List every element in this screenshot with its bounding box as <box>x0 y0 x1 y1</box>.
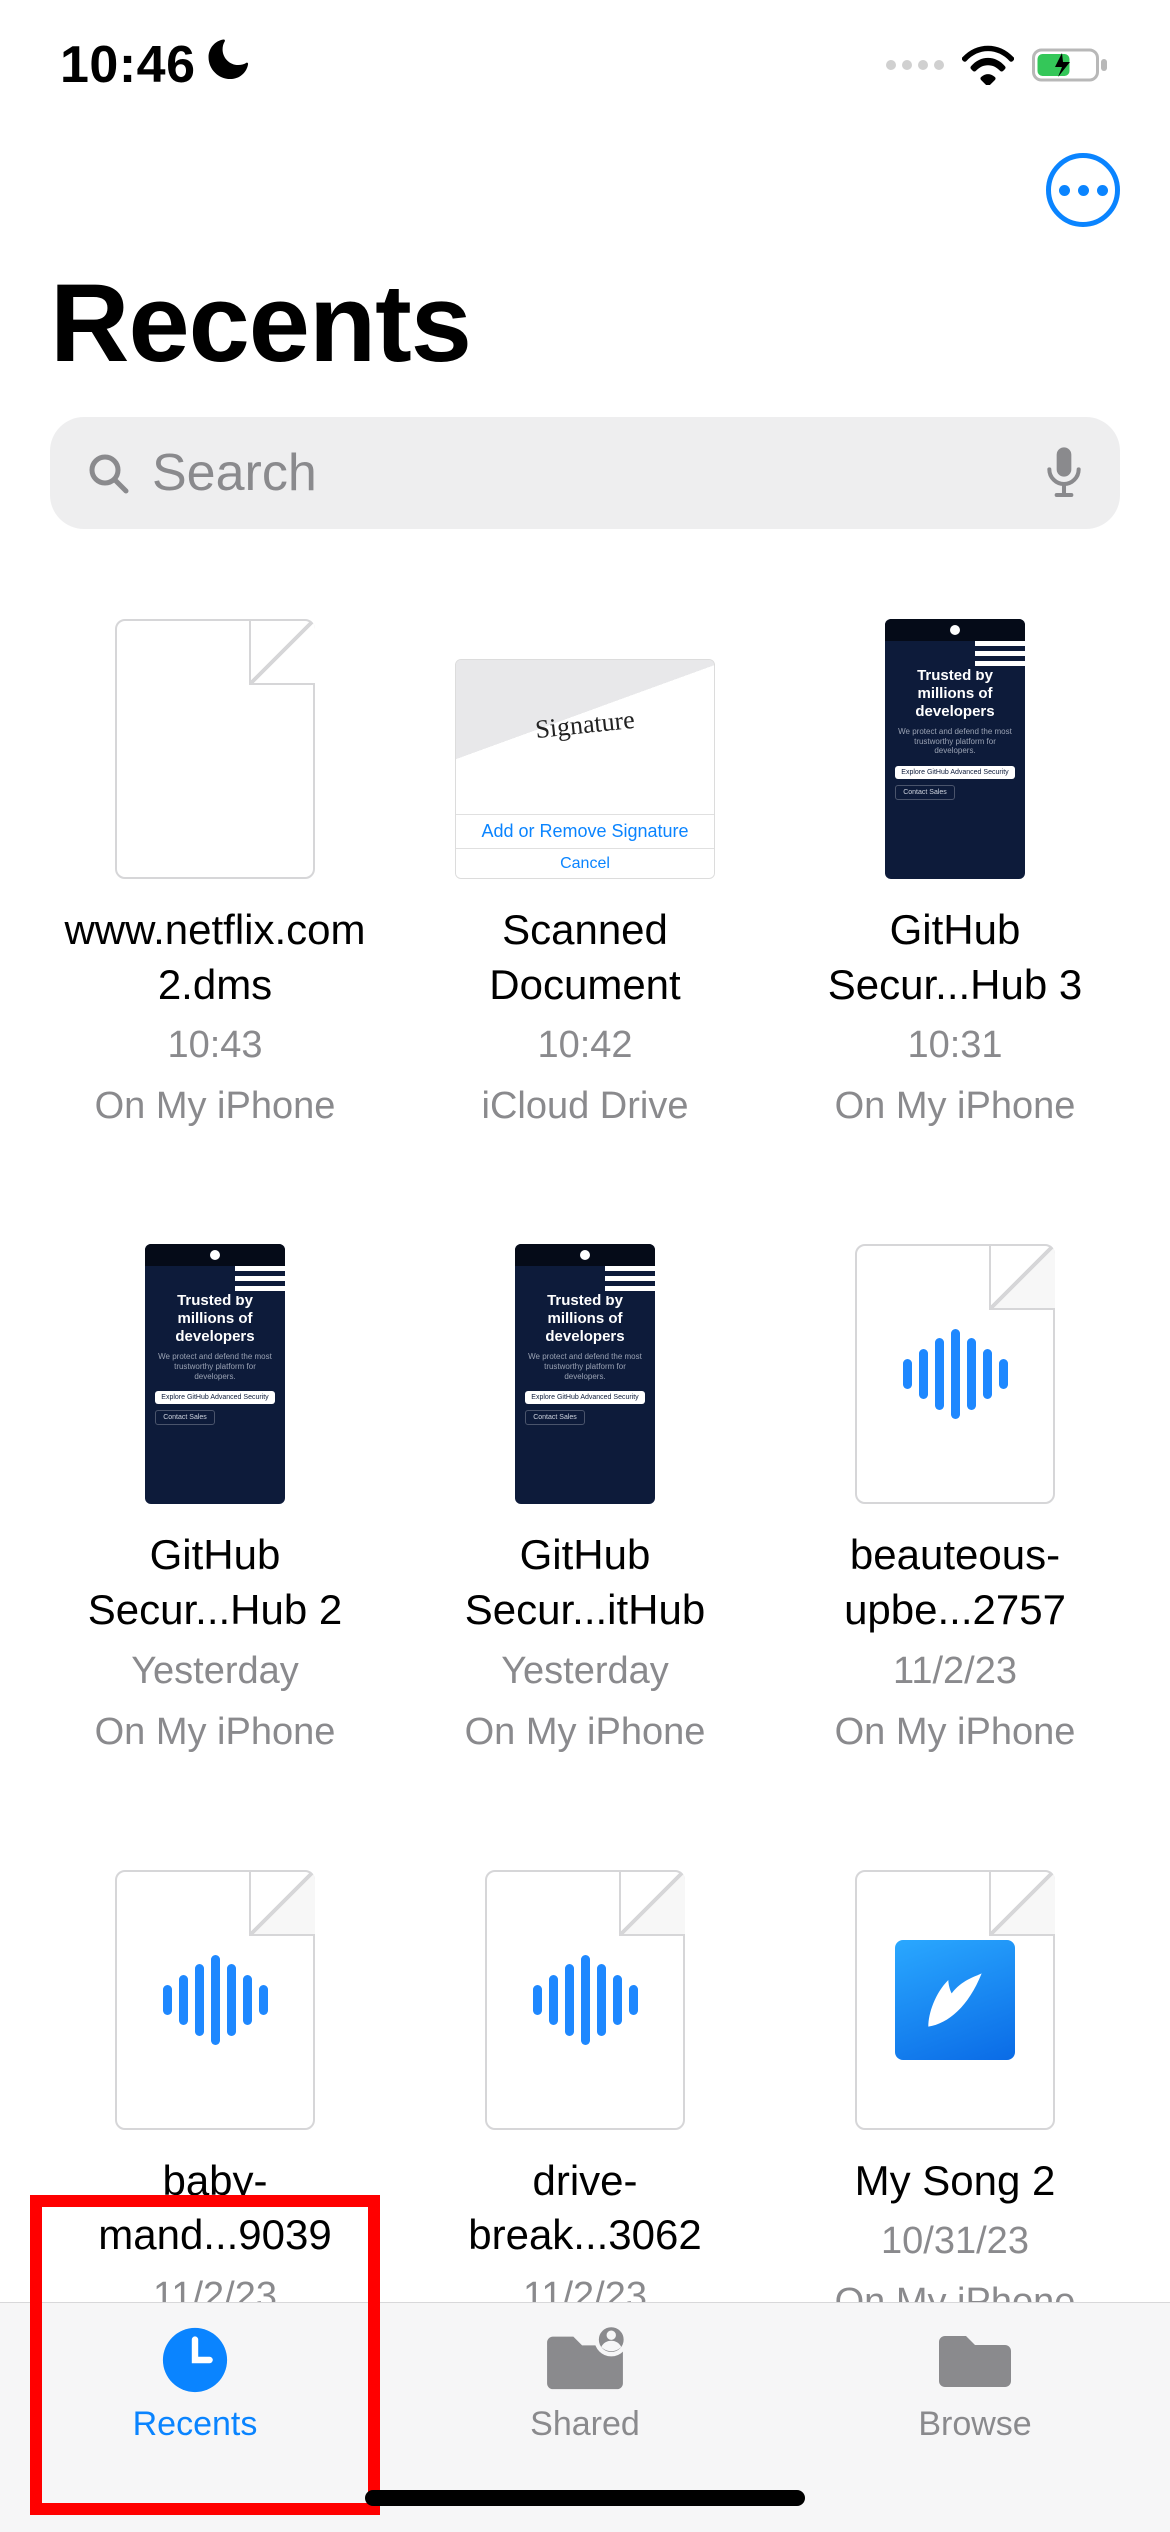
shared-folder-icon <box>541 2325 629 2395</box>
file-item[interactable]: beauteous-upbe...2757 11/2/23 On My iPho… <box>770 1234 1140 1759</box>
file-time: 10/31/23 <box>881 2214 1029 2269</box>
file-thumbnail <box>80 609 350 879</box>
file-item[interactable]: Trusted by millions of developers We pro… <box>770 609 1140 1134</box>
file-location: iCloud Drive <box>482 1079 689 1134</box>
file-thumbnail <box>820 1860 1090 2130</box>
page-title: Recents <box>0 250 1170 417</box>
top-actions <box>0 130 1170 250</box>
file-location: On My iPhone <box>95 1079 336 1134</box>
screenshot-icon: Trusted by millions of developers We pro… <box>515 1244 655 1504</box>
screenshot-icon: Trusted by millions of developers We pro… <box>145 1244 285 1504</box>
status-left: 10:46 <box>60 35 254 95</box>
file-thumbnail: Trusted by millions of developers We pro… <box>450 1234 720 1504</box>
file-item[interactable]: drive-break...3062 11/2/23 <box>400 1860 770 2331</box>
file-item[interactable]: Trusted by millions of developers We pro… <box>400 1234 770 1759</box>
file-item[interactable]: www.netflix.com 2.dms 10:43 On My iPhone <box>30 609 400 1134</box>
file-location: On My iPhone <box>465 1705 706 1760</box>
file-name: baby-mand...9039 <box>55 2154 375 2263</box>
screenshot-icon: Trusted by millions of developers We pro… <box>885 619 1025 879</box>
status-bar: 10:46 <box>0 0 1170 130</box>
file-thumbnail <box>80 1860 350 2130</box>
search-container <box>0 417 1170 529</box>
search-input[interactable] <box>152 443 1022 503</box>
file-thumbnail: Signature Add or Remove Signature Cancel <box>450 609 720 879</box>
file-item[interactable]: Signature Add or Remove Signature Cancel… <box>400 609 770 1134</box>
clock-icon <box>160 2325 230 2395</box>
file-name: GitHub Secur...Hub 3 <box>795 903 1115 1012</box>
generic-file-icon <box>115 619 315 879</box>
audio-file-icon <box>485 1870 685 2130</box>
ellipsis-icon <box>1059 185 1070 196</box>
audio-file-icon <box>115 1870 315 2130</box>
file-thumbnail: Trusted by millions of developers We pro… <box>80 1234 350 1504</box>
tab-recents[interactable]: Recents <box>45 2325 345 2444</box>
cellular-dots-icon <box>886 60 944 70</box>
file-grid: www.netflix.com 2.dms 10:43 On My iPhone… <box>0 529 1170 2331</box>
microphone-icon[interactable] <box>1042 445 1086 501</box>
file-time: 10:42 <box>537 1018 632 1073</box>
do-not-disturb-icon <box>208 39 254 92</box>
wing-icon <box>895 1940 1015 2060</box>
waveform-icon <box>903 1329 1008 1419</box>
tab-label: Recents <box>133 2405 258 2444</box>
waveform-icon <box>533 1955 638 2045</box>
battery-charging-icon <box>1032 46 1110 84</box>
file-item[interactable]: Trusted by millions of developers We pro… <box>30 1234 400 1759</box>
more-options-button[interactable] <box>1046 153 1120 227</box>
status-right <box>886 45 1110 85</box>
folder-icon <box>933 2325 1017 2395</box>
app-file-icon <box>855 1870 1055 2130</box>
search-icon <box>84 449 132 497</box>
file-name: GitHub Secur...itHub <box>425 1528 745 1637</box>
file-thumbnail <box>820 1234 1090 1504</box>
file-name: drive-break...3062 <box>425 2154 745 2263</box>
file-location: On My iPhone <box>835 1705 1076 1760</box>
file-time: Yesterday <box>501 1644 669 1699</box>
file-location: On My iPhone <box>835 1079 1076 1134</box>
file-time: 10:43 <box>167 1018 262 1073</box>
file-name: beauteous-upbe...2757 <box>795 1528 1115 1637</box>
scanned-document-icon: Signature Add or Remove Signature Cancel <box>455 659 715 879</box>
search-bar[interactable] <box>50 417 1120 529</box>
file-item[interactable]: baby-mand...9039 11/2/23 <box>30 1860 400 2331</box>
file-time: 11/2/23 <box>893 1644 1017 1699</box>
file-name: My Song 2 <box>855 2154 1056 2209</box>
file-name: Scanned Document <box>425 903 745 1012</box>
file-time: Yesterday <box>131 1644 299 1699</box>
wifi-icon <box>962 45 1014 85</box>
file-time: 10:31 <box>907 1018 1002 1073</box>
tab-label: Shared <box>530 2405 640 2444</box>
file-thumbnail <box>450 1860 720 2130</box>
tab-label: Browse <box>918 2405 1031 2444</box>
file-name: www.netflix.com 2.dms <box>55 903 375 1012</box>
file-location: On My iPhone <box>95 1705 336 1760</box>
home-indicator[interactable] <box>365 2490 805 2506</box>
status-time: 10:46 <box>60 35 196 95</box>
file-name: GitHub Secur...Hub 2 <box>55 1528 375 1637</box>
tab-shared[interactable]: Shared <box>435 2325 735 2444</box>
file-item[interactable]: My Song 2 10/31/23 On My iPhone <box>770 1860 1140 2331</box>
waveform-icon <box>163 1955 268 2045</box>
tab-browse[interactable]: Browse <box>825 2325 1125 2444</box>
audio-file-icon <box>855 1244 1055 1504</box>
file-thumbnail: Trusted by millions of developers We pro… <box>820 609 1090 879</box>
